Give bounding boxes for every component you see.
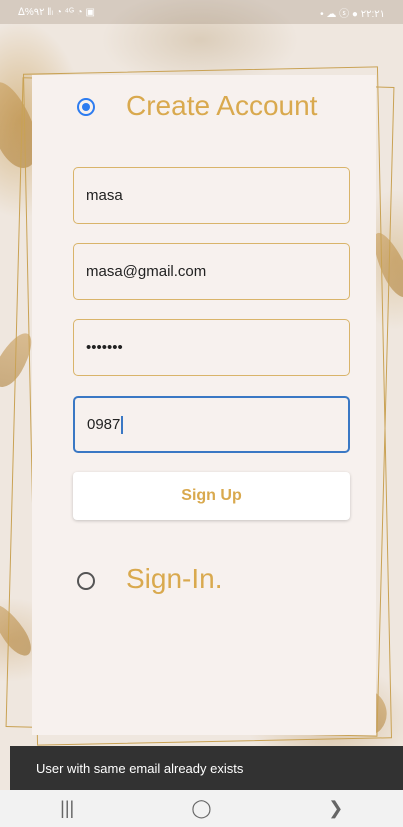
status-icons-right: • ☁ ⓢ ● ٢٢:٢١ [320, 8, 385, 20]
phone-field-value: 0987 [87, 416, 121, 433]
create-account-heading: Create Account [126, 90, 318, 121]
email-field-value: masa@gmail.com [86, 263, 207, 280]
text-caret [121, 415, 123, 434]
password-field-value: ••••••• [86, 339, 123, 356]
create-account-radio[interactable] [77, 98, 95, 116]
status-right: • ☁ ⓢ ● ٢٢:٢١ [320, 5, 385, 20]
phone-field[interactable]: 0987 [73, 396, 350, 453]
status-bar: ᐃ%٩٢ ‖ₗ ◔ ⁴ᴳ ◔ ▣ • ☁ ⓢ ● ٢٢:٢١ [0, 0, 403, 24]
home-button[interactable]: ◯ [171, 798, 231, 819]
sign-in-heading: Sign-In. [126, 563, 223, 594]
name-field-value: masa [86, 187, 123, 204]
email-field[interactable]: masa@gmail.com [73, 243, 350, 300]
system-nav-bar: ||| ◯ ❯ [0, 790, 403, 827]
status-icons-left: ᐃ%٩٢ ‖ₗ ◔ ⁴ᴳ ◔ ▣ [18, 6, 95, 18]
status-left: ᐃ%٩٢ ‖ₗ ◔ ⁴ᴳ ◔ ▣ [18, 7, 95, 18]
password-field[interactable]: ••••••• [73, 319, 350, 376]
recents-button[interactable]: ||| [37, 798, 97, 819]
snackbar: User with same email already exists [10, 746, 403, 790]
name-field[interactable]: masa [73, 167, 350, 224]
snackbar-message: User with same email already exists [36, 760, 244, 776]
sign-up-button[interactable]: Sign Up [73, 472, 350, 520]
back-button[interactable]: ❯ [306, 798, 366, 819]
sign-in-radio[interactable] [77, 572, 95, 590]
